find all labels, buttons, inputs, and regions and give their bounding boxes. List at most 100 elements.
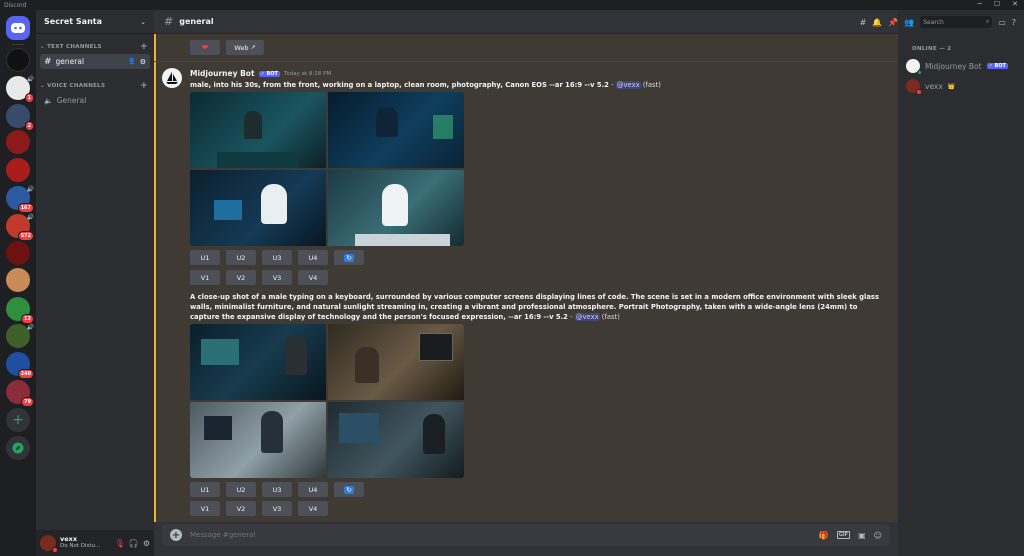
add-channel-icon[interactable]: + bbox=[140, 81, 148, 91]
image-grid-1[interactable] bbox=[190, 92, 464, 246]
username: vexx bbox=[60, 535, 78, 543]
generated-image[interactable] bbox=[328, 402, 464, 478]
invite-icon[interactable]: 👤 bbox=[128, 58, 135, 65]
image-grid-2[interactable] bbox=[190, 324, 464, 478]
gif-icon[interactable]: GIF bbox=[836, 531, 851, 539]
sticker-icon[interactable]: ▣ bbox=[858, 531, 866, 540]
server-icon-11[interactable]: 🔊 bbox=[6, 324, 34, 348]
search-icon: ⌕ bbox=[985, 18, 990, 25]
upscale-button-1[interactable]: U1 bbox=[190, 482, 220, 497]
hash-icon: # bbox=[44, 56, 52, 67]
speaker-icon: 🔊 bbox=[26, 214, 34, 221]
add-attachment-icon[interactable]: + bbox=[170, 529, 182, 541]
variation-button-1[interactable]: V1 bbox=[190, 270, 220, 285]
voice-channel-general[interactable]: 🔈 General bbox=[40, 93, 150, 108]
variation-button-1[interactable]: V1 bbox=[190, 501, 220, 516]
generated-image[interactable] bbox=[328, 324, 464, 400]
gear-icon[interactable]: ⚙ bbox=[143, 539, 150, 548]
server-icon-2[interactable]: 1 🔊 bbox=[6, 76, 34, 103]
discord-home-button[interactable] bbox=[6, 16, 30, 40]
minimize-icon[interactable]: ─ bbox=[978, 0, 982, 8]
mute-icon[interactable]: 🎙 bbox=[115, 539, 125, 548]
variation-button-4[interactable]: V4 bbox=[298, 270, 328, 285]
user-mention[interactable]: @vexx bbox=[574, 313, 600, 321]
server-icon-12[interactable]: 240 bbox=[6, 352, 34, 379]
upscale-button-2[interactable]: U2 bbox=[226, 482, 256, 497]
channel-name: General bbox=[56, 96, 87, 105]
user-status: Do Not Distu... bbox=[60, 543, 101, 549]
search-input[interactable]: Search ⌕ bbox=[920, 16, 993, 28]
server-icon-3[interactable]: 2 bbox=[6, 104, 34, 131]
generated-image[interactable] bbox=[328, 92, 464, 168]
upscale-button-3[interactable]: U3 bbox=[262, 250, 292, 265]
server-header[interactable]: Secret Santa ⌄ bbox=[36, 10, 154, 34]
chat-area: # general ❤ Web ↗ Midjourney Bot ✓ BOT T… bbox=[154, 10, 898, 556]
bell-icon[interactable]: 🔔 bbox=[872, 18, 882, 27]
server-icon-13[interactable]: 79 bbox=[6, 380, 34, 407]
plus-icon: + bbox=[12, 412, 24, 428]
pin-icon[interactable]: 📌 bbox=[888, 18, 898, 27]
server-icon-1[interactable] bbox=[6, 48, 30, 72]
message-composer[interactable]: + 🎁 GIF ▣ ☺ bbox=[162, 524, 890, 546]
maximize-icon[interactable]: ☐ bbox=[994, 0, 1000, 8]
member-item[interactable]: vexx 👑 bbox=[898, 76, 1024, 96]
generated-image[interactable] bbox=[190, 402, 326, 478]
online-status-icon bbox=[917, 70, 922, 75]
explore-servers-button[interactable] bbox=[6, 436, 30, 460]
add-server-button[interactable]: + bbox=[6, 408, 30, 432]
reroll-button[interactable]: ↻ bbox=[334, 482, 364, 497]
variation-button-2[interactable]: V2 bbox=[226, 501, 256, 516]
avatar bbox=[906, 59, 922, 75]
chevron-down-icon: ⌄ bbox=[140, 17, 146, 26]
server-icon-10[interactable]: 12 bbox=[6, 297, 34, 324]
emoji-icon[interactable]: ☺ bbox=[874, 531, 882, 540]
heart-button[interactable]: ❤ bbox=[190, 40, 220, 55]
variation-button-2[interactable]: V2 bbox=[226, 270, 256, 285]
help-icon[interactable]: ? bbox=[1012, 18, 1016, 27]
speaker-icon: 🔊 bbox=[26, 76, 34, 83]
generated-image[interactable] bbox=[190, 170, 326, 246]
variation-button-3[interactable]: V3 bbox=[262, 501, 292, 516]
upscale-button-3[interactable]: U3 bbox=[262, 482, 292, 497]
bot-badge: ✓ BOT bbox=[986, 63, 1008, 69]
toolbar: # 🔔 📌 👥 Search ⌕ ▭ ? bbox=[658, 10, 1024, 34]
gear-icon[interactable]: ⚙ bbox=[140, 58, 146, 66]
add-channel-icon[interactable]: + bbox=[140, 42, 148, 52]
server-icon-5[interactable] bbox=[6, 158, 30, 182]
generated-image[interactable] bbox=[328, 170, 464, 246]
server-icon-8[interactable] bbox=[6, 241, 30, 265]
reroll-button[interactable]: ↻ bbox=[334, 250, 364, 265]
upscale-button-4[interactable]: U4 bbox=[298, 482, 328, 497]
deafen-icon[interactable]: 🎧 bbox=[129, 539, 139, 548]
upscale-button-1[interactable]: U1 bbox=[190, 250, 220, 265]
avatar[interactable] bbox=[40, 535, 58, 553]
message-input[interactable] bbox=[190, 531, 811, 539]
close-icon[interactable]: ✕ bbox=[1012, 0, 1018, 8]
user-mention[interactable]: @vexx bbox=[615, 81, 641, 89]
server-icon-4[interactable] bbox=[6, 130, 30, 154]
mention-highlight-bar bbox=[154, 34, 156, 522]
server-badge: 12 bbox=[21, 314, 34, 324]
speaker-icon: 🔊 bbox=[26, 186, 34, 193]
channel-general[interactable]: # general 👤 ⚙ bbox=[40, 54, 150, 69]
inbox-icon[interactable]: ▭ bbox=[998, 18, 1006, 27]
member-item[interactable]: Midjourney Bot ✓ BOT bbox=[898, 56, 1024, 76]
variation-button-3[interactable]: V3 bbox=[262, 270, 292, 285]
server-icon-9[interactable] bbox=[6, 268, 30, 292]
upscale-button-4[interactable]: U4 bbox=[298, 250, 328, 265]
generated-image[interactable] bbox=[190, 92, 326, 168]
user-info[interactable]: vexx Do Not Distu... bbox=[60, 536, 111, 550]
voice-channels-category[interactable]: ⌄ VOICE CHANNELS + bbox=[36, 81, 154, 91]
generated-image[interactable] bbox=[190, 324, 326, 400]
author-name[interactable]: Midjourney Bot bbox=[190, 69, 255, 78]
members-icon[interactable]: 👥 bbox=[904, 18, 914, 27]
web-button[interactable]: Web ↗ bbox=[226, 40, 264, 55]
server-icon-7[interactable]: 572 🔊 bbox=[6, 214, 34, 241]
gift-icon[interactable]: 🎁 bbox=[819, 531, 829, 540]
avatar[interactable] bbox=[162, 68, 182, 88]
threads-icon[interactable]: # bbox=[860, 18, 867, 27]
upscale-button-2[interactable]: U2 bbox=[226, 250, 256, 265]
server-icon-6[interactable]: 167 🔊 bbox=[6, 186, 34, 213]
text-channels-category[interactable]: ⌄ TEXT CHANNELS + bbox=[36, 42, 154, 52]
variation-button-4[interactable]: V4 bbox=[298, 501, 328, 516]
